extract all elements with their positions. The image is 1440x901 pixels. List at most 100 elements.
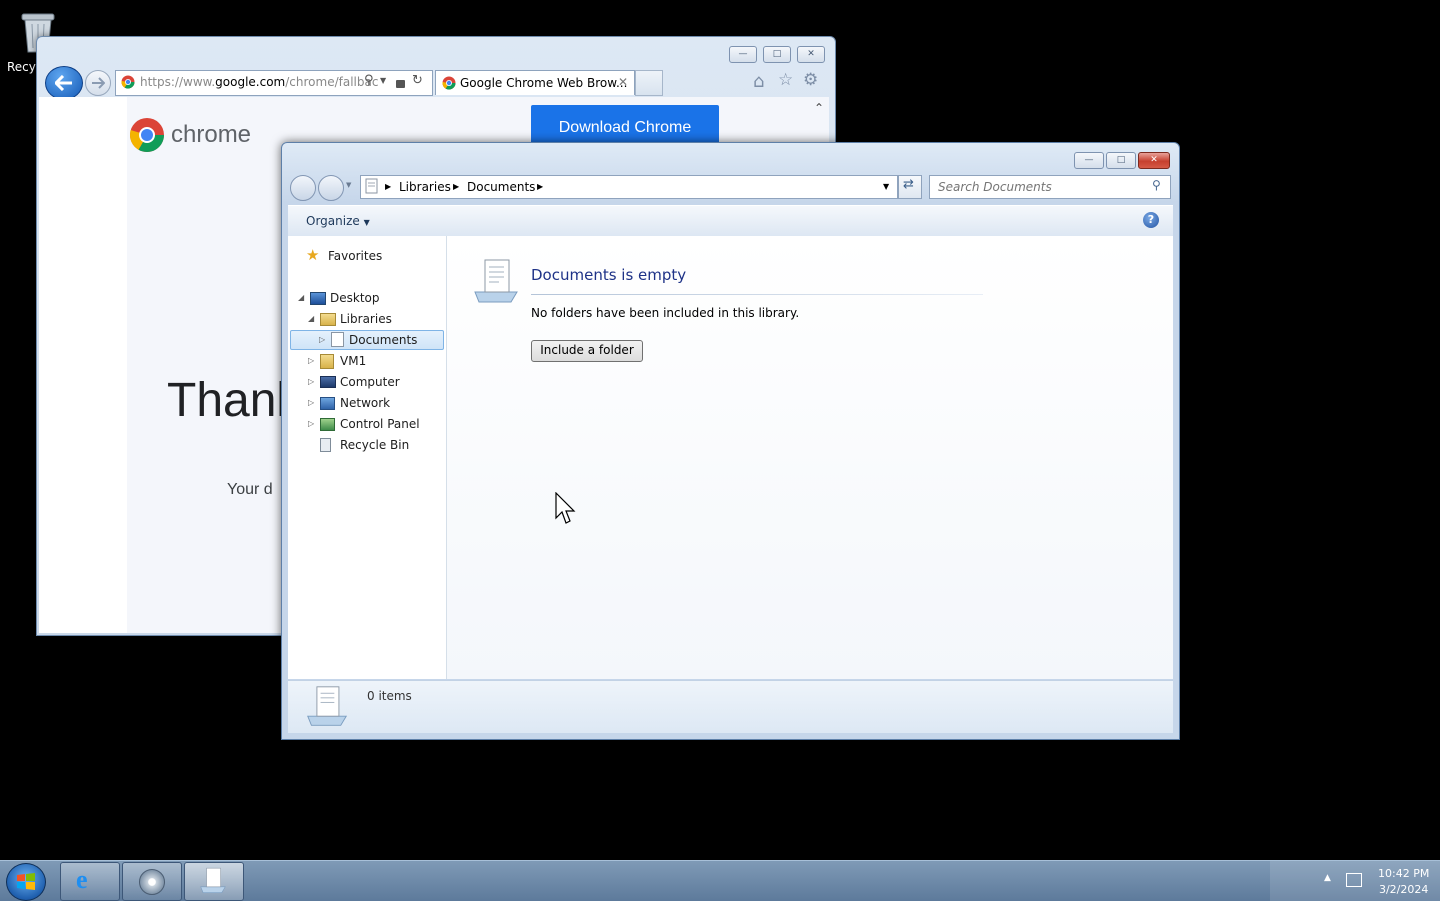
chrome-favicon-icon — [121, 75, 135, 89]
nav-recycle-bin[interactable]: Recycle Bin — [304, 435, 444, 455]
include-folder-button[interactable]: Include a folder — [531, 340, 643, 362]
documents-library-icon — [474, 259, 518, 303]
libraries-folder-icon — [320, 313, 336, 326]
search-icon[interactable]: ⚲ — [364, 73, 374, 88]
breadcrumb-separator-icon[interactable]: ▶ — [537, 182, 543, 191]
forward-arrow-icon — [92, 77, 105, 89]
explorer-window[interactable]: — □ ✕ ▼ ▶ Libraries ▶ Documents ▶ ▼ ⇄ ⚲ … — [281, 142, 1180, 740]
expand-arrow-icon[interactable]: ▷ — [308, 377, 314, 386]
settings-gear-icon[interactable]: ⚙ — [803, 70, 818, 90]
internet-explorer-icon: e — [76, 865, 88, 894]
chrome-logo-text: chrome — [171, 121, 252, 148]
empty-library-message: No folders have been included in this li… — [531, 306, 800, 320]
ie-new-tab-button[interactable] — [635, 70, 663, 96]
taskbar: e ▲ 10:42 PM 3/2/2024 — [0, 860, 1440, 901]
empty-library-title: Documents is empty — [531, 266, 687, 284]
breadcrumb-libraries[interactable]: Libraries — [399, 180, 451, 194]
explorer-minimize-button[interactable]: — — [1074, 152, 1104, 169]
desktop-icon — [310, 292, 326, 305]
ie-tab-title: Google Chrome Web Brow... — [460, 76, 628, 90]
expand-arrow-icon[interactable]: ◢ — [298, 293, 304, 302]
favorites-star-icon[interactable]: ☆ — [778, 70, 793, 90]
library-icon — [365, 178, 378, 194]
nav-libraries[interactable]: ◢ Libraries — [304, 309, 444, 329]
action-center-icon[interactable] — [1346, 873, 1362, 887]
taskbar-media-player[interactable] — [122, 862, 182, 901]
taskbar-windows-explorer[interactable] — [184, 862, 244, 901]
nav-favorites[interactable]: ★ Favorites — [304, 246, 444, 266]
ie-back-button[interactable] — [45, 66, 83, 100]
help-icon[interactable]: ? — [1143, 212, 1159, 228]
documents-library-icon — [200, 867, 226, 893]
chrome-favicon-icon — [442, 76, 456, 90]
breadcrumb[interactable]: ▶ Libraries ▶ Documents ▶ ▼ — [360, 175, 898, 199]
expand-arrow-icon[interactable]: ▷ — [308, 356, 314, 365]
expand-arrow-icon[interactable]: ▷ — [308, 419, 314, 428]
network-icon — [320, 397, 335, 410]
tab-close-icon[interactable]: ✕ — [618, 75, 628, 89]
ie-minimize-button[interactable]: — — [729, 46, 757, 63]
refresh-button[interactable]: ⇄ — [898, 175, 922, 199]
refresh-icon[interactable]: ↻ — [412, 73, 423, 88]
scroll-up-icon[interactable]: ⌃ — [814, 101, 824, 115]
mouse-cursor-icon — [555, 492, 576, 524]
back-arrow-icon — [55, 75, 72, 91]
show-hidden-icons-icon[interactable]: ▲ — [1324, 873, 1331, 883]
chrome-logo-icon — [130, 118, 164, 152]
documents-library-icon — [307, 686, 348, 726]
clock[interactable]: 10:42 PM 3/2/2024 — [1378, 866, 1429, 898]
dropdown-arrow-icon[interactable]: ▼ — [380, 76, 386, 85]
details-pane: 0 items — [288, 680, 1173, 733]
documents-icon — [331, 332, 344, 347]
ie-scrollbar[interactable]: ⌃ — [811, 101, 827, 141]
star-icon: ★ — [306, 246, 320, 264]
breadcrumb-documents[interactable]: Documents — [467, 180, 535, 194]
breadcrumb-separator-icon[interactable]: ▶ — [385, 182, 391, 191]
taskbar-internet-explorer[interactable]: e — [60, 862, 120, 901]
search-icon: ⚲ — [1152, 178, 1161, 192]
explorer-close-button[interactable]: ✕ — [1138, 152, 1170, 169]
ie-forward-button[interactable] — [85, 70, 111, 96]
windows-logo-icon — [17, 873, 35, 890]
explorer-back-button[interactable] — [290, 175, 316, 201]
nav-network[interactable]: ▷ Network — [304, 393, 444, 413]
nav-computer[interactable]: ▷ Computer — [304, 372, 444, 392]
search-input[interactable] — [936, 178, 1150, 196]
search-box[interactable]: ⚲ — [929, 175, 1171, 199]
refresh-icon: ⇄ — [903, 177, 914, 192]
breadcrumb-separator-icon[interactable]: ▶ — [453, 182, 459, 191]
expand-arrow-icon[interactable]: ◢ — [308, 314, 314, 323]
explorer-forward-button[interactable] — [318, 175, 344, 201]
ie-close-button[interactable]: ✕ — [797, 46, 825, 63]
navigation-pane[interactable]: ★ Favorites ◢ Desktop ◢ Libraries ▷ Docu… — [288, 236, 447, 679]
user-folder-icon — [320, 354, 334, 369]
organize-menu[interactable]: Organize ▼ — [306, 214, 370, 228]
nav-documents[interactable]: ▷ Documents — [290, 330, 444, 350]
expand-arrow-icon[interactable]: ▷ — [319, 335, 325, 344]
title-divider — [531, 294, 983, 295]
chevron-down-icon: ▼ — [363, 218, 370, 227]
lock-icon — [396, 80, 405, 88]
address-dropdown-icon[interactable]: ▼ — [883, 182, 889, 191]
home-icon[interactable]: ⌂ — [753, 71, 764, 92]
ie-maximize-button[interactable]: □ — [763, 46, 791, 63]
computer-icon — [320, 376, 336, 388]
media-center-icon — [139, 869, 165, 895]
recent-pages-icon[interactable]: ▼ — [346, 181, 351, 189]
ie-tab-chrome[interactable]: Google Chrome Web Brow... ✕ — [435, 70, 635, 95]
nav-desktop[interactable]: ◢ Desktop — [294, 288, 444, 308]
content-pane: Documents is empty No folders have been … — [447, 236, 1173, 679]
page-body-text: Your d — [227, 481, 273, 498]
explorer-maximize-button[interactable]: □ — [1106, 152, 1136, 169]
system-tray: ▲ 10:42 PM 3/2/2024 — [1270, 861, 1440, 901]
nav-control-panel[interactable]: ▷ Control Panel — [304, 414, 444, 434]
ie-address-bar[interactable]: https://www.google.com/chrome/fallbac ⚲ … — [115, 70, 433, 96]
command-bar: Organize ▼ ? — [288, 205, 1173, 237]
ie-url-text: https://www.google.com/chrome/fallbac — [140, 75, 379, 89]
nav-vm1[interactable]: ▷ VM1 — [304, 351, 444, 371]
recycle-bin-icon — [320, 438, 331, 452]
start-button[interactable] — [6, 863, 46, 901]
expand-arrow-icon[interactable]: ▷ — [308, 398, 314, 407]
item-count: 0 items — [367, 689, 412, 703]
control-panel-icon — [320, 418, 335, 431]
